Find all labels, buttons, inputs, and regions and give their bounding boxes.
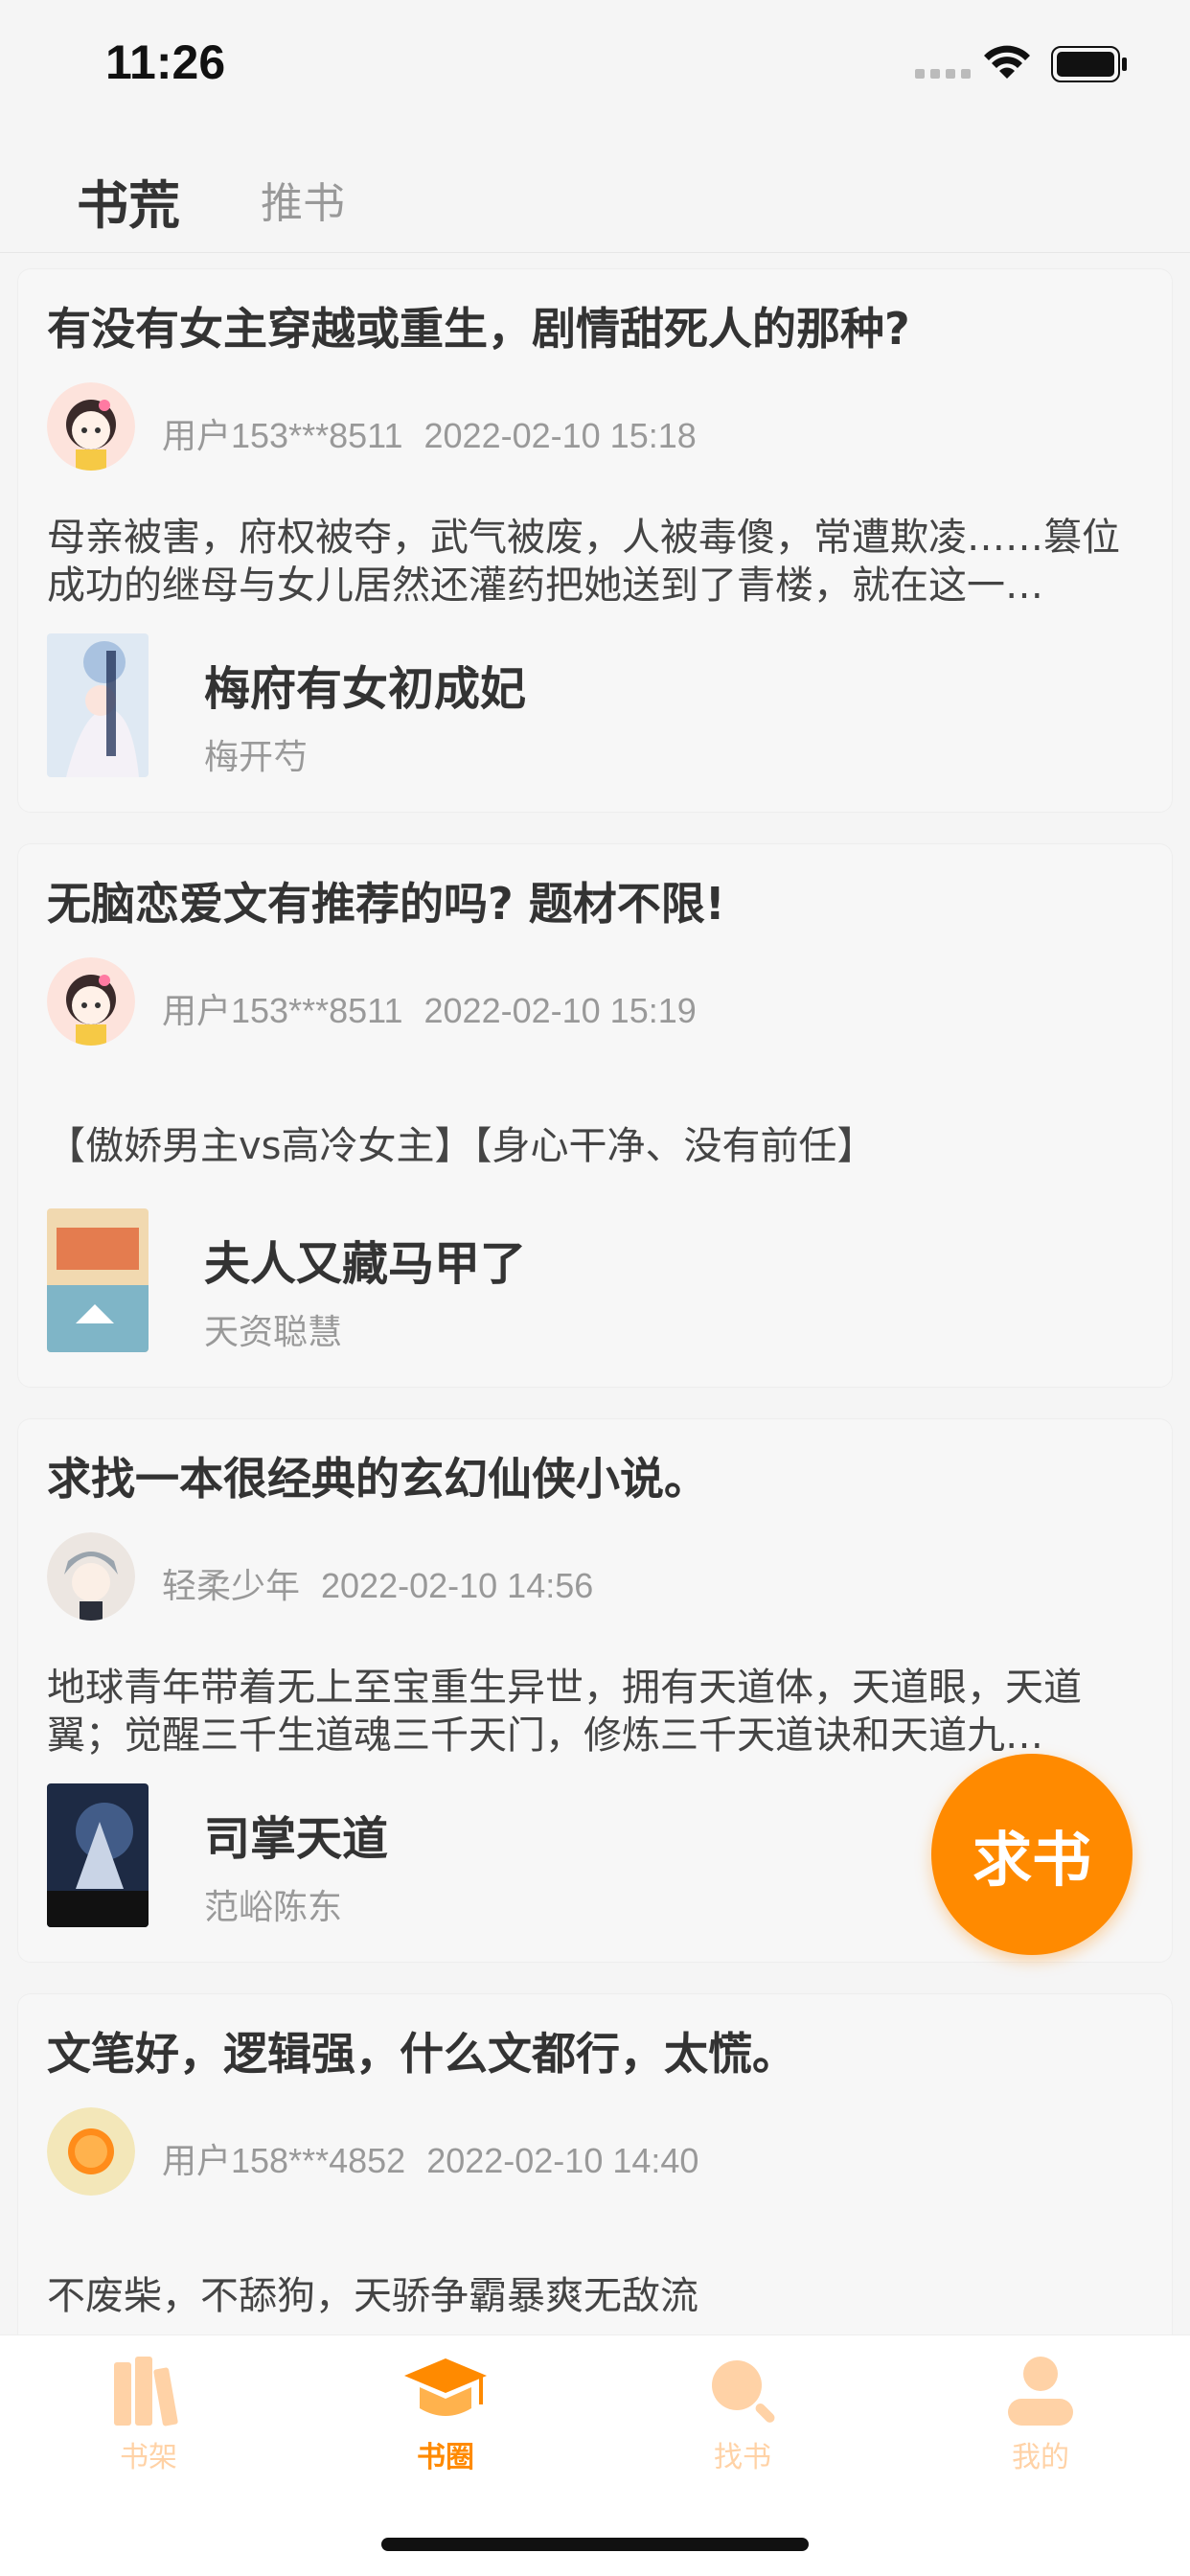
post-excerpt[interactable]: 【傲娇男主vs高冷女主】【身心干净、没有前任】 <box>47 1122 1149 1170</box>
book-author: 天资聪慧 <box>204 1313 343 1352</box>
avatar[interactable] <box>47 2107 135 2196</box>
tab-label: 找书 <box>714 2441 771 2474</box>
book-cover[interactable] <box>47 633 149 777</box>
post-title[interactable]: 无脑恋爱文有推荐的吗? 题材不限! <box>47 869 725 932</box>
post-meta: 用户153***8511 2022-02-10 15:19 <box>162 983 697 1033</box>
tab-book-shortage[interactable]: 书荒 <box>77 163 180 239</box>
post-date: 2022-02-10 14:40 <box>426 2141 699 2180</box>
graduation-cap-icon <box>404 2358 487 2416</box>
tab-find-book[interactable]: 找书 <box>656 2355 829 2489</box>
battery-icon <box>1051 46 1127 82</box>
post-date: 2022-02-10 15:18 <box>423 416 697 455</box>
book-title[interactable]: 夫人又藏马甲了 <box>204 1226 526 1293</box>
post-title[interactable]: 求找一本很经典的玄幻仙侠小说。 <box>47 1444 708 1507</box>
book-cover[interactable] <box>47 1208 149 1352</box>
post-card[interactable]: 文笔好，逻辑强，什么文都行，太慌。 用户158***4852 2022-02-10… <box>17 1993 1173 2334</box>
post-title[interactable]: 文笔好，逻辑强，什么文都行，太慌。 <box>47 2019 796 2082</box>
tab-recommend[interactable]: 推书 <box>261 169 345 230</box>
user-icon <box>1008 2357 1073 2426</box>
book-author: 梅开芍 <box>204 738 309 777</box>
top-tabs: 书荒 推书 <box>0 134 1190 253</box>
book-cover[interactable] <box>47 1783 149 1927</box>
post-meta: 用户153***8511 2022-02-10 15:18 <box>162 408 697 458</box>
request-book-button[interactable]: 求书 <box>931 1754 1133 1955</box>
avatar[interactable] <box>47 382 135 471</box>
book-title[interactable]: 梅府有女初成妃 <box>204 651 526 718</box>
home-indicator[interactable] <box>381 2538 809 2551</box>
status-time: 11:26 <box>105 35 226 89</box>
post-user[interactable]: 轻柔少年 <box>162 1566 300 1605</box>
book-author: 范峪陈东 <box>204 1888 343 1927</box>
post-excerpt[interactable]: 不废柴，不舔狗，天骄争霸暴爽无敌流 <box>47 2272 1149 2320</box>
post-date: 2022-02-10 15:19 <box>423 991 697 1030</box>
status-bar: 11:26 <box>0 0 1190 134</box>
post-title[interactable]: 有没有女主穿越或重生，剧情甜死人的那种? <box>47 294 910 357</box>
post-excerpt[interactable]: 母亲被害，府权被夺，武气被废，人被毒傻，常遭欺凌……篡位成功的继母与女儿居然还灌… <box>47 514 1149 610</box>
post-user[interactable]: 用户153***8511 <box>162 416 403 455</box>
tab-mine[interactable]: 我的 <box>954 2355 1127 2489</box>
book-title[interactable]: 司掌天道 <box>204 1801 388 1868</box>
signal-icon <box>915 69 971 79</box>
avatar[interactable] <box>47 957 135 1046</box>
avatar[interactable] <box>47 1532 135 1621</box>
tab-label: 我的 <box>1012 2441 1069 2474</box>
post-card[interactable]: 无脑恋爱文有推荐的吗? 题材不限! 用户153***8511 2022-02-10… <box>17 843 1173 1388</box>
search-icon <box>712 2360 775 2423</box>
tab-book-circle[interactable]: 书圈 <box>359 2355 532 2489</box>
bookshelf-icon <box>114 2357 178 2426</box>
post-meta: 用户158***4852 2022-02-10 14:40 <box>162 2133 698 2183</box>
tab-bookshelf[interactable]: 书架 <box>62 2355 235 2489</box>
post-user[interactable]: 用户158***4852 <box>162 2141 405 2180</box>
tab-label: 书架 <box>120 2441 177 2474</box>
post-feed[interactable]: 有没有女主穿越或重生，剧情甜死人的那种? 用户153***8511 2022-02… <box>0 253 1190 2334</box>
post-excerpt[interactable]: 地球青年带着无上至宝重生异世，拥有天道体，天道眼，天道翼；觉醒三千生道魂三千天门… <box>47 1664 1149 1760</box>
post-card[interactable]: 有没有女主穿越或重生，剧情甜死人的那种? 用户153***8511 2022-02… <box>17 268 1173 813</box>
tab-label: 书圈 <box>417 2441 474 2474</box>
wifi-icon <box>984 45 1030 79</box>
post-meta: 轻柔少年 2022-02-10 14:56 <box>162 1558 593 1608</box>
post-date: 2022-02-10 14:56 <box>321 1566 594 1605</box>
post-user[interactable]: 用户153***8511 <box>162 991 403 1030</box>
